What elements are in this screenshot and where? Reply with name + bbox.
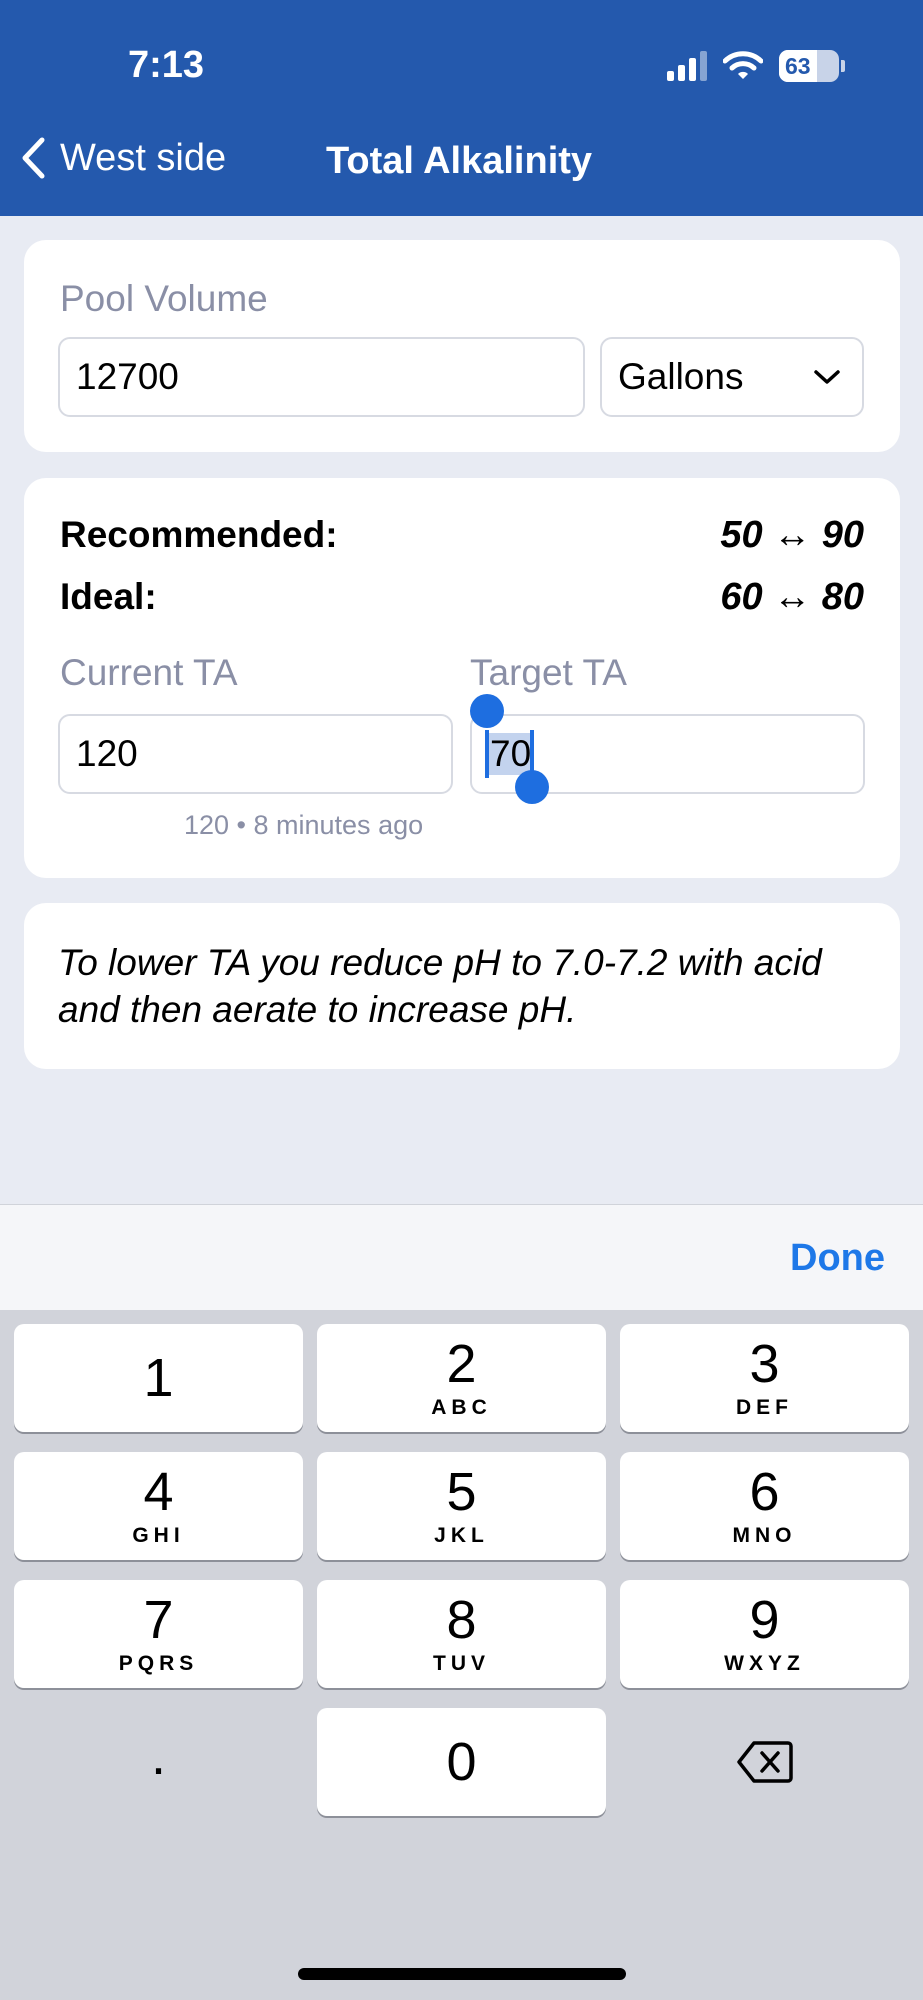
key-letters: GHI: [132, 1524, 185, 1547]
home-indicator: [298, 1968, 626, 1980]
target-ta-label: Target TA: [470, 652, 627, 693]
target-ta-value: 70: [488, 733, 534, 775]
page-title: Total Alkalinity: [326, 140, 593, 182]
pool-volume-card: Pool Volume 12700 Gallons: [24, 240, 900, 452]
current-ta-input[interactable]: 120: [58, 714, 453, 794]
key-digit: 5: [446, 1462, 477, 1522]
battery-icon: 63: [779, 50, 845, 82]
ideal-range: 60 ↔ 80: [720, 576, 864, 618]
key-4[interactable]: 4 GHI: [14, 1452, 303, 1560]
key-3[interactable]: 3 DEF: [620, 1324, 909, 1432]
key-1[interactable]: 1: [14, 1324, 303, 1432]
key-letters: TUV: [433, 1652, 490, 1675]
recommended-label: Recommended:: [60, 514, 338, 555]
keyboard-accessory-bar: Done: [0, 1204, 923, 1310]
back-label: West side: [60, 136, 227, 179]
key-digit: 1: [143, 1348, 174, 1408]
key-digit: 2: [446, 1334, 477, 1394]
alkalinity-card: Recommended: 50 ↔ 90 Ideal: 60 ↔ 80 Curr…: [24, 478, 900, 878]
key-5[interactable]: 5 JKL: [317, 1452, 606, 1560]
key-letters: PQRS: [118, 1652, 199, 1675]
key-8[interactable]: 8 TUV: [317, 1580, 606, 1688]
selection-end-handle[interactable]: [515, 770, 549, 804]
key-7[interactable]: 7 PQRS: [14, 1580, 303, 1688]
key-letters: DEF: [736, 1396, 793, 1419]
status-icons: 63: [667, 50, 845, 82]
current-ta-history: 120 • 8 minutes ago: [184, 810, 424, 840]
pool-volume-input[interactable]: 12700: [58, 337, 585, 417]
key-letters: WXYZ: [724, 1652, 805, 1675]
cellular-signal-icon: [667, 51, 707, 81]
chevron-down-icon: [814, 370, 840, 384]
wifi-icon: [723, 51, 763, 79]
key-digit: 7: [143, 1590, 174, 1650]
key-2[interactable]: 2 ABC: [317, 1324, 606, 1432]
back-button[interactable]: West side: [20, 136, 226, 180]
key-digit: 6: [749, 1462, 780, 1522]
chevron-left-icon: [22, 137, 45, 179]
recommended-range: 50 ↔ 90: [720, 514, 864, 556]
selection-start-caret: [485, 730, 489, 778]
ideal-label: Ideal:: [60, 576, 157, 617]
key-digit: 0: [446, 1732, 477, 1792]
key-9[interactable]: 9 WXYZ: [620, 1580, 909, 1688]
key-decimal[interactable]: .: [14, 1708, 303, 1816]
key-letters: JKL: [434, 1524, 489, 1547]
key-digit: 4: [143, 1462, 174, 1522]
status-time: 7:13: [128, 44, 205, 86]
backspace-icon: [736, 1741, 793, 1783]
tip-card: To lower TA you reduce pH to 7.0-7.2 wit…: [24, 903, 900, 1069]
key-letters: MNO: [732, 1524, 797, 1547]
key-digit: 9: [749, 1590, 780, 1650]
tip-text: To lower TA you reduce pH to 7.0-7.2 wit…: [58, 942, 822, 1030]
volume-unit-value: Gallons: [618, 356, 744, 397]
battery-percent: 63: [785, 52, 811, 79]
numeric-keyboard: 1 2 ABC 3 DEF 4 GHI 5 JKL 6 MNO 7 PQRS 8…: [0, 1310, 923, 2000]
key-0[interactable]: 0: [317, 1708, 606, 1816]
selection-start-handle[interactable]: [470, 694, 504, 728]
volume-unit-select[interactable]: Gallons: [600, 337, 864, 417]
current-ta-label: Current TA: [60, 652, 238, 693]
key-letters: ABC: [431, 1396, 492, 1419]
pool-volume-label: Pool Volume: [60, 278, 268, 319]
pool-volume-value: 12700: [76, 356, 179, 397]
key-6[interactable]: 6 MNO: [620, 1452, 909, 1560]
key-delete[interactable]: [620, 1708, 909, 1816]
current-ta-value: 120: [76, 733, 138, 774]
nav-header: 7:13 63 West side Total Alkalinity: [0, 0, 923, 216]
key-digit: 3: [749, 1334, 780, 1394]
key-digit: 8: [446, 1590, 477, 1650]
done-button[interactable]: Done: [790, 1237, 885, 1280]
